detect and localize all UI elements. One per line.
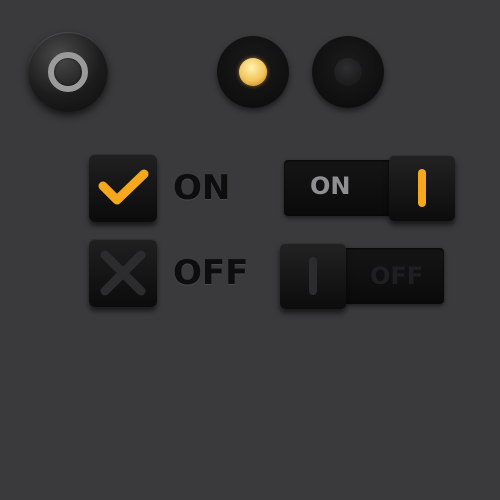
toggle-off-knob[interactable] (280, 243, 346, 309)
toggle-on-text: ON (310, 172, 351, 200)
checkbox-on-label: ON (173, 168, 231, 208)
checkbox-off-label: OFF (173, 253, 249, 293)
checkbox-checked[interactable] (89, 154, 157, 222)
knob-indicator-lit (418, 169, 426, 207)
x-icon (100, 250, 146, 296)
checkbox-unchecked[interactable] (89, 239, 157, 307)
knob-indicator-unlit (309, 257, 317, 295)
checkmark-icon (98, 169, 149, 205)
power-button[interactable] (28, 32, 108, 112)
led-indicator-off (312, 36, 384, 108)
toggle-on-knob[interactable] (389, 155, 455, 221)
led-indicator-on (217, 36, 289, 108)
power-ring-icon (48, 52, 88, 92)
led-light-on (239, 58, 267, 86)
led-light-off (334, 58, 362, 86)
toggle-off-text: OFF (370, 262, 424, 290)
